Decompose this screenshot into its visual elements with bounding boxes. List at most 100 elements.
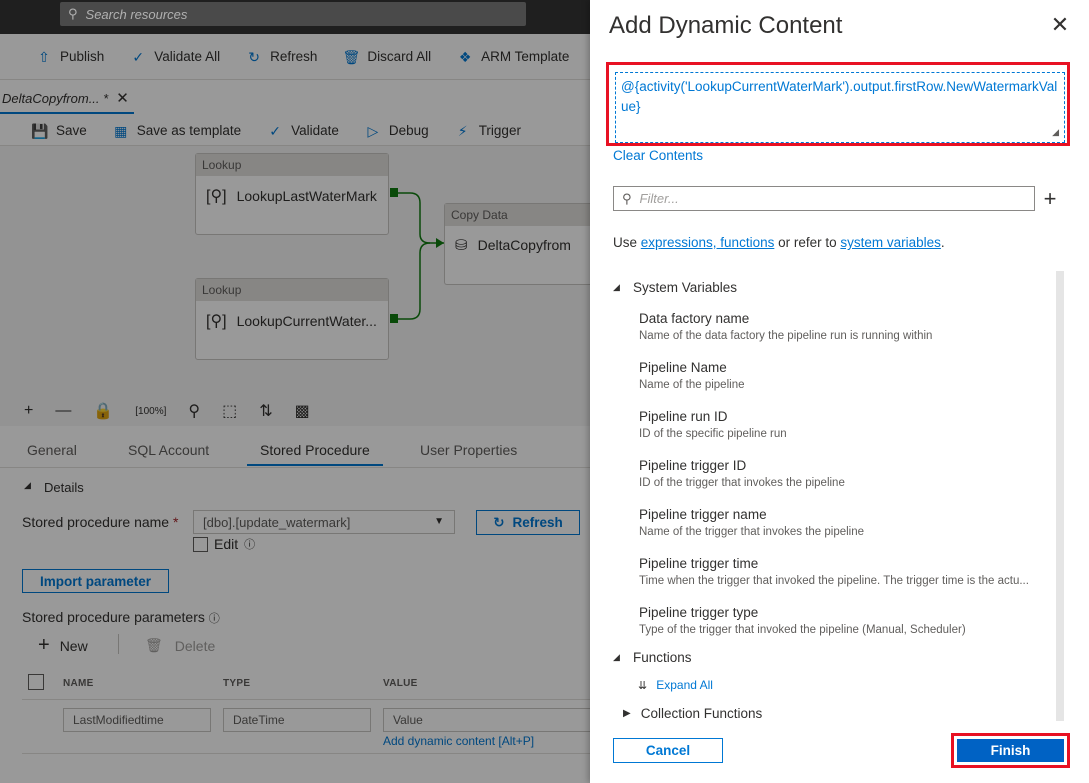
edit-checkbox-row[interactable]: Edit ⓘ (193, 536, 255, 552)
tab-sql-account[interactable]: SQL Account (128, 442, 209, 458)
pipeline-document-tab[interactable]: DeltaCopyfrom... * ✕ (0, 84, 134, 114)
trigger-icon: ⚡ (457, 122, 468, 139)
collection-functions-section[interactable]: ▶ Collection Functions (623, 706, 762, 721)
param-value-field[interactable]: Value (383, 708, 590, 732)
expand-all-button[interactable]: ⇊ Expand All (638, 678, 713, 692)
import-parameter-button[interactable]: Import parameter (22, 569, 169, 593)
lookup-icon: [⚲] (206, 313, 227, 330)
toolbar-divider (118, 634, 119, 654)
close-icon[interactable]: ✕ (1049, 14, 1071, 36)
expand-triangle-icon: ▶ (623, 708, 631, 719)
variable-item[interactable]: Pipeline trigger ID ID of the trigger th… (639, 457, 1051, 492)
double-chevron-down-icon: ⇊ (638, 679, 648, 692)
clear-contents-link[interactable]: Clear Contents (613, 148, 703, 163)
expression-highlight: @{activity('LookupCurrentWaterMark').out… (606, 62, 1070, 146)
panel-title: Add Dynamic Content (609, 12, 843, 39)
template-icon: ▦ (114, 122, 128, 139)
document-tab-label: DeltaCopyfrom... * (2, 90, 109, 106)
activity-type-label: Lookup (196, 154, 388, 176)
filter-input[interactable]: ⚲ Filter... (613, 186, 1035, 211)
validate-button[interactable]: ✓ Validate (267, 123, 339, 139)
search-box[interactable]: ⚲ Search resources (60, 2, 526, 26)
add-parameter-icon[interactable]: + (1039, 186, 1061, 211)
sp-parameters-label: Stored procedure parameters ⓘ (22, 609, 220, 625)
cube-icon: ❖ (458, 48, 472, 65)
close-tab-icon[interactable]: ✕ (116, 89, 129, 107)
layout-icon[interactable]: ▩ (295, 401, 310, 421)
delete-parameter-button[interactable]: 🗑 Delete (145, 637, 215, 654)
activity-name: LookupCurrentWater... (236, 313, 377, 329)
variable-item[interactable]: Data factory name Name of the data facto… (639, 310, 1051, 345)
collapse-triangle-icon: ◢ (613, 652, 620, 662)
sp-name-select[interactable]: [dbo].[update_watermark] ▼ (193, 510, 455, 534)
functions-section[interactable]: ◢ Functions (613, 650, 692, 665)
discard-all-button[interactable]: 🗑 Discard All (342, 48, 431, 65)
system-variables-section[interactable]: ◢ System Variables (613, 280, 737, 295)
zoom-fit-icon[interactable]: ⚲ (188, 401, 200, 421)
database-icon: ⛁ (455, 237, 468, 254)
column-header-value: VALUE (383, 678, 418, 689)
variable-item[interactable]: Pipeline Name Name of the pipeline (639, 359, 1051, 394)
activity-name: DeltaCopyfrom (477, 237, 571, 253)
expressions-functions-link[interactable]: expressions, functions (641, 235, 775, 250)
trash-icon: 🗑 (342, 48, 361, 65)
checkmark-icon: ✓ (132, 48, 145, 65)
param-type-field[interactable]: DateTime (223, 708, 371, 732)
cancel-button[interactable]: Cancel (613, 738, 723, 763)
variable-item[interactable]: Pipeline trigger type Type of the trigge… (639, 604, 1051, 639)
add-dynamic-content-panel: Add Dynamic Content ✕ @{activity('Lookup… (590, 0, 1089, 783)
refresh-button[interactable]: ↻ Refresh (246, 49, 317, 65)
table-divider (22, 699, 590, 700)
refresh-icon: ↻ (493, 514, 505, 530)
info-icon: ⓘ (244, 539, 256, 551)
expression-editor[interactable]: @{activity('LookupCurrentWaterMark').out… (615, 72, 1065, 143)
auto-align-icon[interactable]: ⇅ (259, 401, 272, 421)
variable-item[interactable]: Pipeline trigger time Time when the trig… (639, 555, 1051, 590)
tab-user-properties[interactable]: User Properties (420, 442, 517, 458)
lookup-activity-last-watermark[interactable]: Lookup [⚲] LookupLastWaterMark (195, 153, 389, 235)
column-header-name: NAME (63, 678, 94, 689)
dropdown-arrow-icon: ▼ (434, 516, 444, 527)
validate-all-button[interactable]: ✓ Validate All (130, 49, 220, 65)
zoom-100-icon[interactable]: [100%] (135, 406, 166, 417)
variable-item[interactable]: Pipeline trigger name Name of the trigge… (639, 506, 1051, 541)
column-header-type: TYPE (223, 678, 251, 689)
debug-button[interactable]: ▷ Debug (365, 123, 429, 139)
save-as-template-button[interactable]: ▦ Save as template (113, 123, 241, 139)
system-variables-link[interactable]: system variables (840, 235, 941, 250)
usage-hint: Use expressions, functions or refer to s… (613, 235, 945, 250)
add-dynamic-content-link[interactable]: Add dynamic content [Alt+P] (383, 734, 534, 748)
details-section-header[interactable]: ◢ Details (24, 480, 84, 495)
search-placeholder: Search resources (85, 6, 188, 22)
search-icon: ⚲ (68, 6, 78, 21)
tree-scrollbar[interactable] (1056, 271, 1064, 721)
publish-button[interactable]: ⇧ Publish (36, 49, 104, 65)
new-parameter-button[interactable]: + New (38, 634, 88, 657)
variable-item[interactable]: Pipeline run ID ID of the specific pipel… (639, 408, 1051, 443)
tab-stored-procedure[interactable]: Stored Procedure (247, 442, 383, 466)
refresh-icon: ↻ (248, 48, 260, 65)
param-name-field[interactable]: LastModifiedtime (63, 708, 211, 732)
checkmark-icon: ✓ (269, 122, 281, 139)
filter-placeholder: Filter... (639, 191, 679, 206)
copy-data-activity[interactable]: Copy Data ⛁ DeltaCopyfrom (444, 203, 590, 285)
lock-icon[interactable]: 🔒 (93, 401, 113, 421)
lookup-icon: [⚲] (206, 188, 227, 205)
play-icon: ▷ (367, 122, 379, 139)
save-button[interactable]: 💾 Save (31, 123, 87, 139)
edit-checkbox[interactable] (193, 536, 208, 552)
add-icon: + (38, 634, 50, 656)
select-all-checkbox[interactable] (28, 674, 44, 690)
finish-button[interactable]: Finish (957, 739, 1064, 762)
tab-general[interactable]: General (27, 442, 77, 458)
refresh-sp-button[interactable]: ↻ Refresh (476, 510, 580, 535)
zoom-out-icon[interactable]: — (55, 402, 71, 420)
info-icon: ⓘ (208, 613, 220, 625)
arm-template-button[interactable]: ❖ ARM Template (457, 48, 570, 65)
lookup-activity-current-watermark[interactable]: Lookup [⚲] LookupCurrentWater... (195, 278, 389, 360)
resize-handle-icon[interactable]: ◢ (1052, 127, 1059, 138)
select-icon[interactable]: ⬚ (222, 401, 237, 421)
collapse-triangle-icon: ◢ (613, 282, 620, 292)
zoom-in-icon[interactable]: + (24, 402, 33, 420)
trigger-button[interactable]: ⚡ Trigger (455, 123, 521, 139)
